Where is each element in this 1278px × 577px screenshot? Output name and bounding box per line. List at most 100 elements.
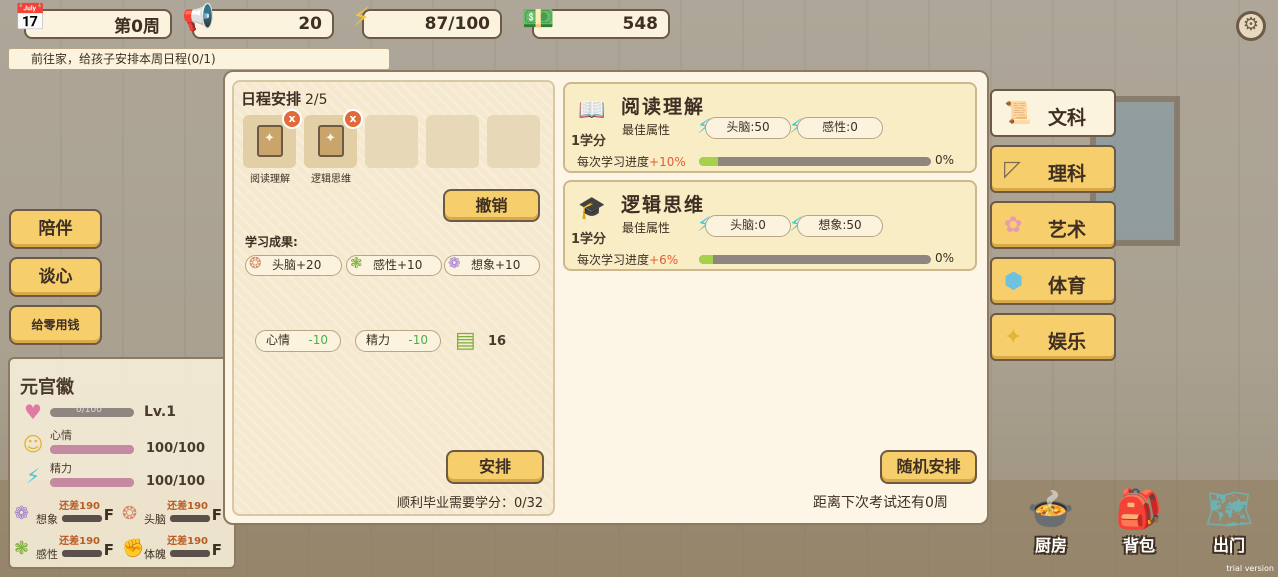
progress-label: 每次学习进度+6% [577, 251, 678, 268]
mood-value: 100/100 [146, 440, 206, 456]
course-name: 阅读理解 [621, 96, 706, 118]
task-hint[interactable]: 前往家，给孩子安排本周日程(0/1) [8, 48, 390, 70]
accompany-button[interactable]: 陪伴 [9, 209, 102, 249]
energy-bar-fill [50, 477, 134, 487]
cost-value: -10 [308, 333, 328, 347]
course-card-reading[interactable]: 📖 1学分 阅读理解 最佳属性 ⚡ 头脑:50 ⚡ 感性:0 每次学习进度+10… [563, 82, 977, 173]
affection-text: 0/100 [76, 404, 102, 415]
result-imagination: ❁ 想象+10 [444, 254, 540, 276]
course-card-logic[interactable]: 🎓 1学分 逻辑思维 最佳属性 ⚡ 头脑:0 ⚡ 想象:50 每次学习进度+6%… [563, 180, 977, 271]
progress-plus: +10% [649, 155, 686, 169]
tab-science[interactable]: ◸ 理科 [990, 145, 1116, 193]
schedule-slot-4[interactable] [426, 115, 479, 168]
book-icon [318, 125, 344, 157]
task-text: 前往家，给孩子安排本周日程(0/1) [31, 52, 216, 66]
schedule-count: 2/5 [305, 92, 328, 108]
backpack-icon: 🎒 [1115, 487, 1163, 531]
megaphone-icon: 📢 [182, 3, 215, 33]
course-attr: 感性:0 [797, 117, 883, 139]
schedule-slot-3[interactable] [365, 115, 418, 168]
backpack-label: 背包 [1122, 536, 1155, 555]
undo-button[interactable]: 撤销 [443, 189, 540, 222]
attr-need: 还差190 [167, 536, 208, 547]
week-text: 第0周 [114, 16, 160, 37]
attr-bar [170, 550, 210, 557]
arrange-button[interactable]: 安排 [446, 450, 544, 484]
tab-sports[interactable]: ⬢ 体育 [990, 257, 1116, 305]
attr-bar [170, 515, 210, 522]
heart-icon: ♥ [24, 400, 42, 424]
give-allowance-label: 给零用钱 [31, 318, 80, 332]
cost-label: 心情 [266, 333, 291, 347]
tab-label: 理科 [1048, 163, 1087, 185]
course-credit: 1学分 [571, 134, 607, 149]
remove-slot-button[interactable]: x [282, 109, 302, 129]
attr-grade: F [103, 506, 114, 524]
talk-label: 谈心 [38, 267, 73, 287]
progress-label-text: 每次学习进度 [577, 155, 650, 169]
attr-need: 还差190 [59, 501, 100, 512]
attr-name: 体魄 [144, 548, 166, 561]
character-panel: 元官徽 ♥ 0/100 Lv.1 ☺ 心情 100/100 ⚡ 精力 100/1… [8, 357, 236, 569]
imagination-icon: ❁ [14, 503, 30, 524]
bolt-icon: ⚡ [25, 464, 41, 488]
attr-name: 感性 [36, 548, 58, 561]
kitchen-button[interactable]: 🍲 厨房 [1018, 486, 1084, 556]
schedule-slot-2[interactable]: x [304, 109, 363, 168]
talk-button[interactable]: 谈心 [9, 257, 102, 297]
ruler-icon: ◸ [1004, 157, 1021, 182]
energy-display: 87/100 [362, 9, 502, 39]
cash-icon: ▤ [455, 328, 476, 353]
course-name: 逻辑思维 [621, 194, 706, 216]
give-allowance-button[interactable]: 给零用钱 [9, 305, 102, 345]
level-text: Lv.1 [144, 404, 176, 420]
tab-art[interactable]: ✿ 艺术 [990, 201, 1116, 249]
energy-value-text: 100/100 [146, 473, 206, 489]
random-arrange-button[interactable]: 随机安排 [880, 450, 977, 484]
energy-bar [50, 477, 134, 487]
progress-percent: 0% [935, 153, 955, 167]
pot-icon: 🍲 [1027, 487, 1075, 531]
character-name: 元官徽 [20, 377, 74, 398]
result-brain: ❂ 头脑+20 [245, 254, 342, 276]
tab-entertainment[interactable]: ✦ 娱乐 [990, 313, 1116, 361]
progress-bar-fill [699, 255, 713, 264]
book-icon: 📖 [578, 98, 606, 123]
attr-grade: F [211, 541, 222, 559]
go-out-button[interactable]: 🗺 出门 [1196, 486, 1262, 556]
imagination-icon: ❁ [448, 254, 461, 272]
schedule-slot-5[interactable] [487, 115, 540, 168]
attr-need: 还差190 [167, 501, 208, 512]
cube-icon: ⬢ [1004, 269, 1024, 294]
money-cost: 16 [488, 334, 507, 349]
schedule-slot-1[interactable]: x [243, 109, 302, 168]
calendar-icon: 📅 [14, 3, 47, 33]
settings-gear-icon[interactable]: ⚙ [1236, 11, 1266, 41]
progress-bar [699, 157, 931, 166]
course-attr: 头脑:0 [705, 215, 791, 237]
brain-icon: ❂ [249, 254, 262, 272]
graduation-credits: 顺利毕业需要学分：0/32 [397, 496, 544, 511]
affection-bar: 0/100 [50, 404, 134, 417]
progress-label: 每次学习进度+10% [577, 153, 686, 170]
attr-brain: ❂ 还差190 头脑 F [122, 501, 222, 527]
star-icon: ✦ [1004, 325, 1023, 350]
tab-label: 文科 [1048, 107, 1087, 129]
remove-slot-button[interactable]: x [343, 109, 363, 129]
energy-value: 87/100 [424, 14, 490, 34]
attr-need: 还差190 [59, 536, 100, 547]
energy-label: 精力 [50, 461, 72, 475]
tab-liberal-arts[interactable]: 📜 文科 [990, 89, 1116, 137]
progress-label-text: 每次学习进度 [577, 253, 650, 267]
map-icon: 🗺 [1204, 487, 1254, 531]
attr-physique: ✊ 还差190 体魄 F [122, 536, 222, 562]
attr-sense: ❃ 还差190 感性 F [14, 536, 114, 562]
schedule-title-text: 日程安排 [241, 90, 302, 108]
trial-version-text: trial version [1226, 564, 1274, 573]
progress-bar [699, 255, 931, 264]
sense-icon: ❃ [350, 254, 363, 272]
arrange-label: 安排 [478, 457, 511, 476]
progress-bar-fill [699, 157, 718, 166]
backpack-button[interactable]: 🎒 背包 [1106, 486, 1172, 556]
best-attr-label: 最佳属性 [622, 221, 671, 235]
